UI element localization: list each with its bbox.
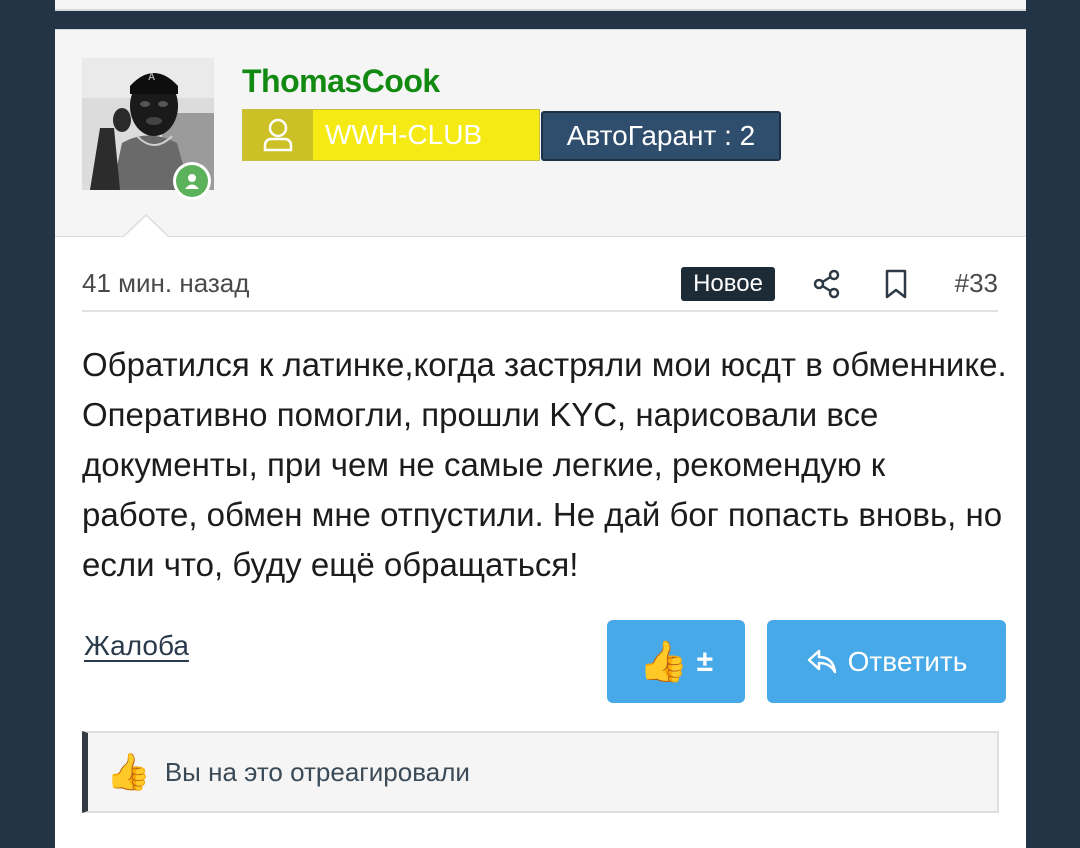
svg-text:A: A (148, 72, 155, 83)
report-link[interactable]: Жалоба (84, 630, 189, 662)
share-icon[interactable] (812, 269, 842, 299)
club-badge: WWH-CLUB (242, 109, 540, 161)
username[interactable]: ThomasCook (242, 63, 440, 100)
reaction-thumbs-up-icon: 👍 (106, 751, 151, 792)
previous-post-edge (55, 0, 1026, 11)
thumbs-up-icon: 👍 (638, 639, 689, 684)
post-time[interactable]: 41 мин. назад (82, 268, 249, 299)
club-badge-label: WWH-CLUB (313, 110, 539, 160)
reply-button[interactable]: Ответить (767, 620, 1006, 703)
post-user-block: A ThomasCook WWH-CLUB АвтоГарант: 2 (55, 30, 1026, 237)
page: A ThomasCook WWH-CLUB АвтоГарант: 2 41 … (0, 0, 1080, 848)
reply-arrow-icon (807, 649, 836, 673)
like-plus-minus: ± (696, 644, 714, 678)
reaction-bar[interactable]: 👍 Вы на это отреагировали (82, 731, 999, 813)
post-meta-row: 41 мин. назад Новое #33 (82, 262, 998, 312)
bookmark-icon[interactable] (882, 268, 910, 300)
garant-badge: АвтоГарант : 2 (541, 111, 781, 161)
new-badge: Новое (681, 267, 775, 301)
post-body: Обратился к латинке,когда застряли мои ю… (82, 346, 1007, 583)
reply-button-label: Ответить (847, 645, 968, 677)
user-icon (263, 118, 293, 152)
online-status-icon (173, 162, 211, 200)
post-number[interactable]: #33 (955, 268, 998, 299)
user-block-pointer-inner (124, 216, 168, 237)
reaction-text: Вы на это отреагировали (164, 756, 470, 787)
like-button[interactable]: 👍 ± (607, 620, 745, 703)
forum-post: A ThomasCook WWH-CLUB АвтоГарант: 2 41 … (55, 29, 1026, 848)
